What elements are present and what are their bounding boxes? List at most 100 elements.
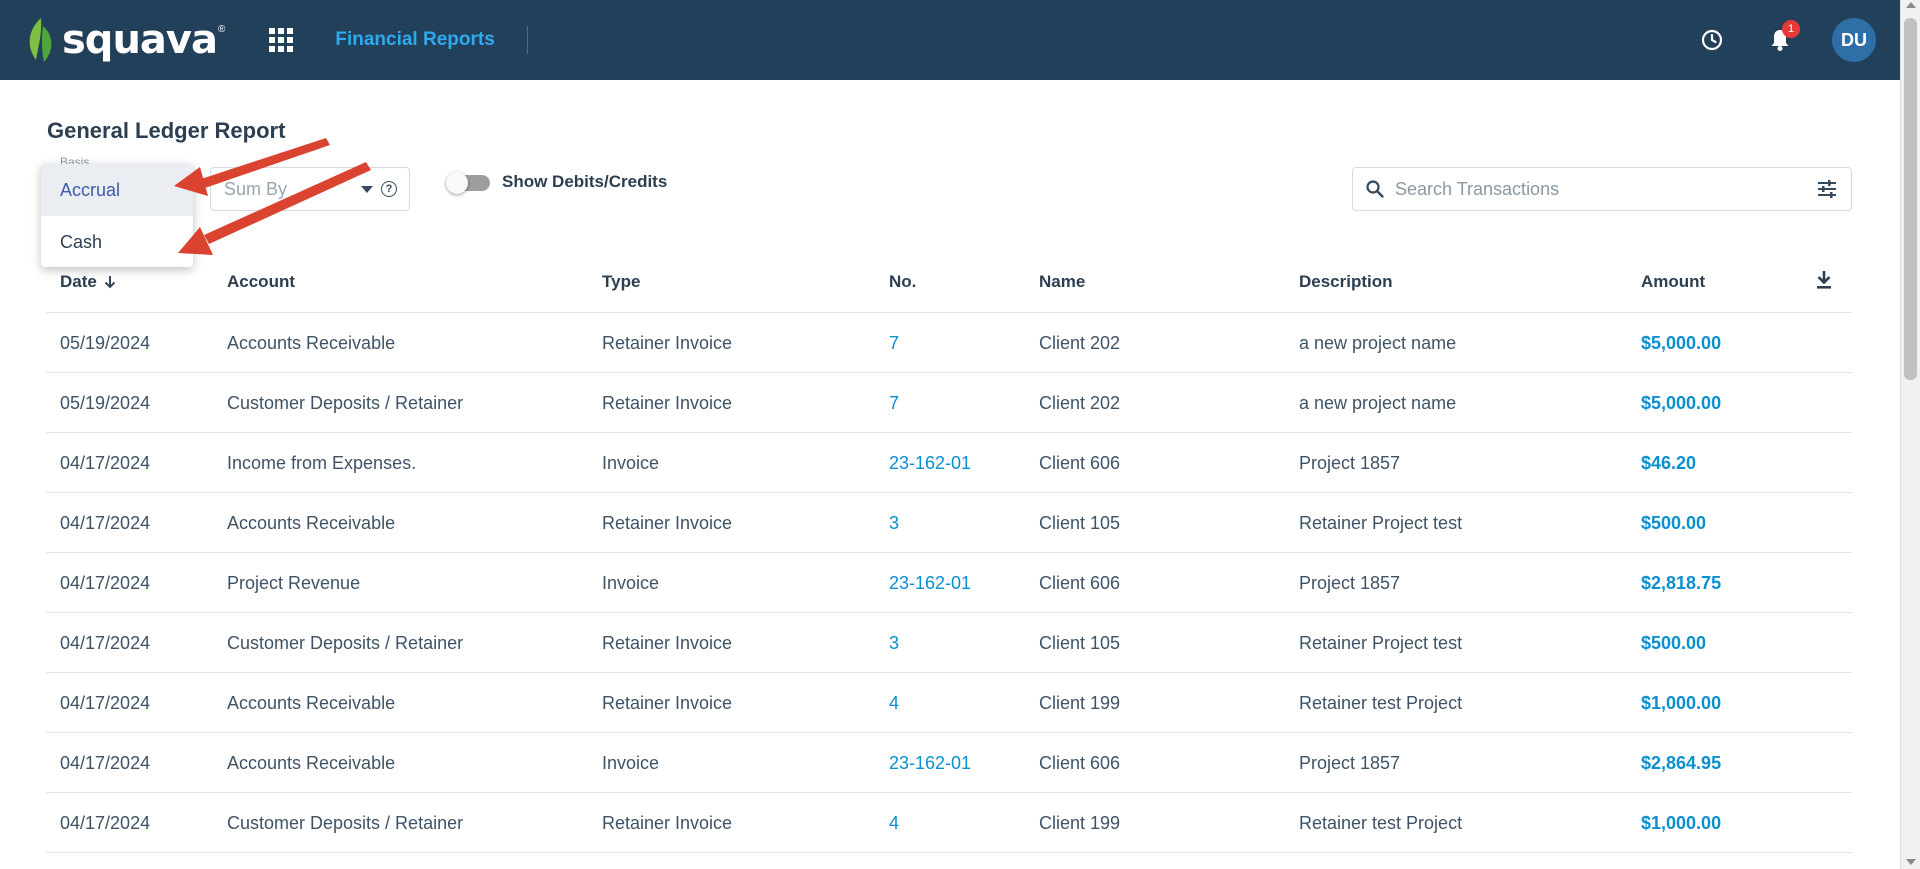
table-row[interactable]: 04/17/2024 Customer Deposits / Retainer Re… [46, 793, 1852, 853]
toggle-knob [446, 172, 468, 194]
apps-grid-icon[interactable] [269, 28, 294, 52]
cell-number-link[interactable]: 23-162-01 [889, 433, 971, 493]
cell-date: 04/17/2024 [60, 752, 151, 773]
clock-icon[interactable] [1694, 22, 1730, 58]
table-row[interactable]: 04/17/2024 Accounts Receivable Retainer In… [46, 673, 1852, 733]
user-avatar[interactable]: DU [1832, 18, 1876, 62]
cell-number-link[interactable]: 23-162-01 [889, 733, 971, 793]
cell-type: Retainer Invoice [602, 632, 733, 653]
cell-date: 05/19/2024 [60, 332, 151, 353]
table-row[interactable]: 04/17/2024 Project Revenue Invoice 23-162-0… [46, 553, 1852, 613]
column-header-account[interactable]: Account [227, 250, 295, 313]
cell-number-link[interactable]: 4 [889, 673, 899, 733]
cell-number-link[interactable]: 3 [889, 493, 899, 553]
cell-date: 04/17/2024 [60, 572, 151, 593]
sort-descending-arrow-icon [104, 275, 116, 288]
table-row[interactable]: 04/17/2024 Accounts Receivable Retainer In… [46, 493, 1852, 553]
cell-description: Project 1857 [1299, 452, 1401, 473]
table-row[interactable]: 05/19/2024 Accounts Receivable Retainer In… [46, 313, 1852, 373]
table-row[interactable]: 04/17/2024 Accounts Receivable Invoice 23-1… [46, 733, 1852, 793]
cell-date: 04/17/2024 [60, 452, 151, 473]
basis-dropdown-menu: Accrual Cash [41, 164, 193, 267]
cell-description: Project 1857 [1299, 752, 1401, 773]
scroll-thumb[interactable] [1904, 18, 1917, 380]
debits-credits-toggle[interactable] [446, 172, 492, 194]
cell-name: Client 105 [1039, 632, 1121, 653]
cell-amount-link[interactable]: $1,000.00 [1641, 793, 1721, 853]
cell-description: Retainer Project test [1299, 512, 1463, 533]
cell-name: Client 199 [1039, 812, 1121, 833]
cell-name: Client 202 [1039, 392, 1121, 413]
scroll-up-arrow[interactable] [1906, 2, 1916, 8]
cell-amount-link[interactable]: $5,000.00 [1641, 313, 1721, 373]
sum-by-select[interactable]: Sum By ? [210, 167, 410, 211]
search-transactions [1352, 167, 1852, 211]
cell-name: Client 105 [1039, 512, 1121, 533]
column-header-date-label: Date [60, 271, 97, 291]
cell-amount-link[interactable]: $500.00 [1641, 493, 1706, 553]
cell-account: Project Revenue [227, 572, 361, 593]
cell-number-link[interactable]: 4 [889, 793, 899, 853]
cell-amount-link[interactable]: $2,864.95 [1641, 733, 1721, 793]
cell-amount-link[interactable]: $500.00 [1641, 613, 1706, 673]
cell-name: Client 606 [1039, 752, 1121, 773]
help-icon[interactable]: ? [381, 181, 397, 197]
table-header-row: Date Account Type No. Name Description A… [46, 250, 1852, 313]
cell-account: Income from Expenses. [227, 452, 417, 473]
cell-type: Retainer Invoice [602, 512, 733, 533]
dropdown-option-cash[interactable]: Cash [41, 216, 193, 267]
cell-number-link[interactable]: 3 [889, 613, 899, 673]
column-header-type[interactable]: Type [602, 250, 640, 313]
dropdown-option-accrual[interactable]: Accrual [41, 164, 193, 216]
cell-name: Client 199 [1039, 692, 1121, 713]
table-row[interactable]: 04/17/2024 Income from Expenses. Invoice 23… [46, 433, 1852, 493]
cell-date: 04/17/2024 [60, 692, 151, 713]
page-title: General Ledger Report [47, 118, 286, 143]
cell-amount-link[interactable]: $2,818.75 [1641, 553, 1721, 613]
top-navigation-bar: squava ® Financial Reports 1 DU [0, 0, 1900, 80]
cell-type: Invoice [602, 752, 660, 773]
cell-account: Accounts Receivable [227, 512, 396, 533]
table-row[interactable]: 05/19/2024 Customer Deposits / Retainer Re… [46, 373, 1852, 433]
sum-by-placeholder: Sum By [224, 178, 288, 199]
cell-name: Client 606 [1039, 452, 1121, 473]
download-icon[interactable] [1812, 268, 1836, 292]
toggle-label: Show Debits/Credits [502, 172, 668, 191]
table-row[interactable]: 04/17/2024 Customer Deposits / Retainer Re… [46, 613, 1852, 673]
cell-type: Invoice [602, 572, 660, 593]
cell-number-link[interactable]: 7 [889, 313, 899, 373]
cell-name: Client 606 [1039, 572, 1121, 593]
column-header-name[interactable]: Name [1039, 250, 1085, 313]
nav-title-financial-reports[interactable]: Financial Reports [335, 29, 494, 51]
cell-amount-link[interactable]: $5,000.00 [1641, 373, 1721, 433]
cell-type: Invoice [602, 452, 660, 473]
cell-date: 04/17/2024 [60, 512, 151, 533]
cell-description: Retainer test Project [1299, 812, 1463, 833]
chevron-down-icon [361, 185, 373, 193]
cell-type: Retainer Invoice [602, 392, 733, 413]
search-input[interactable] [1395, 178, 1815, 200]
cell-amount-link[interactable]: $1,000.00 [1641, 673, 1721, 733]
cell-number-link[interactable]: 7 [889, 373, 899, 433]
cell-account: Accounts Receivable [227, 752, 396, 773]
cell-account: Customer Deposits / Retainer [227, 392, 464, 413]
registered-mark: ® [217, 24, 226, 35]
brand-name: squava [62, 17, 218, 63]
vertical-scrollbar[interactable] [1900, 0, 1920, 869]
column-header-no[interactable]: No. [889, 250, 916, 313]
cell-account: Accounts Receivable [227, 332, 396, 353]
cell-description: a new project name [1299, 332, 1457, 353]
cell-amount-link[interactable]: $46.20 [1641, 433, 1696, 493]
leaf-logo-icon [29, 18, 52, 62]
squava-logo[interactable]: squava ® [24, 0, 225, 80]
cell-date: 05/19/2024 [60, 392, 151, 413]
filter-sliders-icon[interactable] [1815, 177, 1839, 201]
cell-name: Client 202 [1039, 332, 1121, 353]
cell-number-link[interactable]: 23-162-01 [889, 553, 971, 613]
cell-description: Retainer Project test [1299, 632, 1463, 653]
scroll-down-arrow[interactable] [1906, 859, 1916, 865]
search-icon [1366, 180, 1384, 198]
bell-icon[interactable]: 1 [1762, 20, 1800, 58]
column-header-amount[interactable]: Amount [1641, 250, 1705, 313]
column-header-description[interactable]: Description [1299, 250, 1393, 313]
